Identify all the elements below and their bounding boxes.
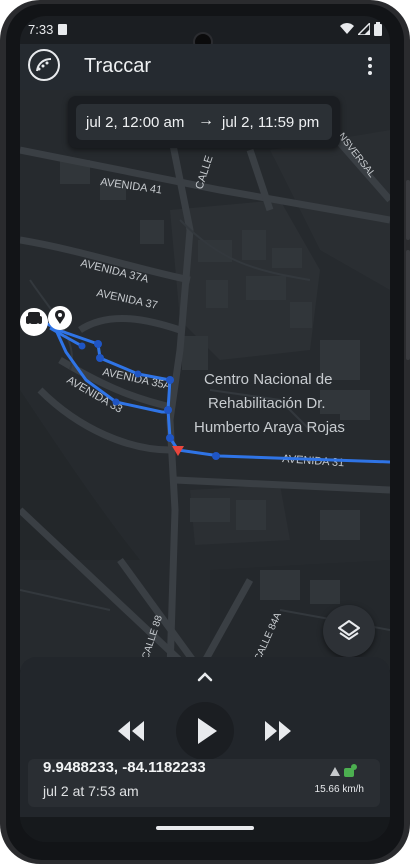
volume-button <box>406 250 410 360</box>
map-canvas: AVENIDA 41 CALLE NSVERSAL AVENIDA 37A AV… <box>20 90 390 673</box>
status-icons <box>340 22 382 36</box>
wifi-icon <box>340 23 354 34</box>
system-nav-bar <box>20 817 390 842</box>
app-bar: Traccar <box>20 44 390 90</box>
position-speed: 15.66 km/h <box>314 784 364 795</box>
replay-panel: 9.9488233, -84.1182233 jul 2 at 7:53 am … <box>20 657 390 817</box>
date-range-filter: jul 2, 12:00 am → jul 2, 11:59 pm <box>68 96 340 148</box>
sim-card-icon <box>58 24 67 35</box>
position-status-icons <box>326 764 358 785</box>
rewind-icon[interactable] <box>116 719 146 743</box>
layers-icon <box>338 620 360 640</box>
poi-label-line: Humberto Araya Rojas <box>194 419 345 436</box>
course-triangle-icon <box>330 767 340 776</box>
position-time: jul 2 at 7:53 am <box>43 783 139 799</box>
poi-label-line: Centro Nacional de <box>204 371 332 388</box>
poi-label-line: Rehabilitación Dr. <box>208 395 326 412</box>
fast-forward-icon[interactable] <box>263 719 293 743</box>
chevron-up-icon[interactable] <box>194 666 216 688</box>
battery-icon <box>374 22 382 36</box>
layers-button[interactable] <box>323 605 375 657</box>
more-vert-icon[interactable] <box>362 54 378 78</box>
date-from: jul 2, 12:00 am <box>86 114 185 131</box>
position-coordinates: 9.9488233, -84.1182233 <box>43 759 206 776</box>
status-time: 7:33 <box>28 22 54 37</box>
app-title: Traccar <box>84 55 152 77</box>
play-icon <box>198 718 217 744</box>
map-view[interactable]: AVENIDA 41 CALLE NSVERSAL AVENIDA 37A AV… <box>20 90 390 673</box>
date-range-chip[interactable]: jul 2, 12:00 am → jul 2, 11:59 pm <box>76 104 332 140</box>
position-info-card[interactable]: 9.9488233, -84.1182233 jul 2 at 7:53 am … <box>28 759 380 807</box>
screen: AVENIDA 41 CALLE NSVERSAL AVENIDA 37A AV… <box>20 16 390 842</box>
date-to: jul 2, 11:59 pm <box>222 114 320 131</box>
arrow-right-icon: → <box>198 112 214 129</box>
play-button[interactable] <box>176 702 234 760</box>
traccar-logo-icon[interactable] <box>28 49 60 81</box>
power-button <box>406 180 410 240</box>
home-gesture-bar[interactable] <box>156 826 254 830</box>
signal-icon <box>358 23 370 35</box>
